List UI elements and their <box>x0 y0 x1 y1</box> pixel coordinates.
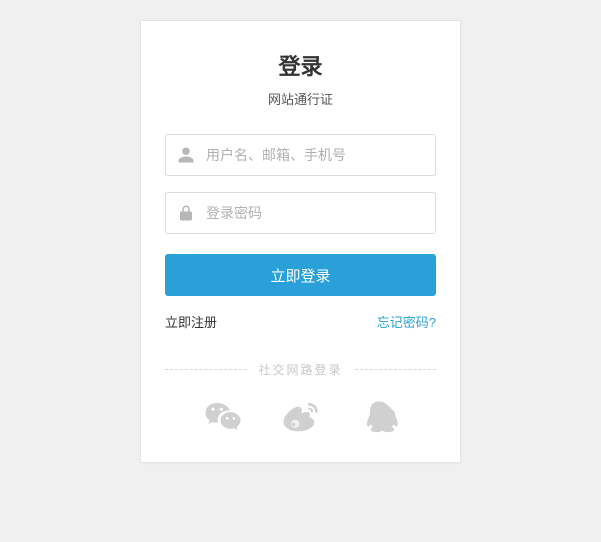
page-subtitle: 网站通行证 <box>165 89 436 108</box>
qq-icon[interactable] <box>359 398 399 438</box>
password-field-wrap <box>165 192 436 234</box>
login-button[interactable]: 立即登录 <box>165 254 436 296</box>
social-divider: 社交网路登录 <box>165 361 436 378</box>
weibo-icon[interactable] <box>281 398 321 438</box>
page-title: 登录 <box>165 49 436 81</box>
wechat-icon[interactable] <box>203 398 243 438</box>
social-row <box>165 398 436 438</box>
lock-icon <box>177 204 195 222</box>
social-divider-label: 社交网路登录 <box>247 361 355 378</box>
forgot-password-link[interactable]: 忘记密码? <box>377 312 436 331</box>
login-card: 登录 网站通行证 立即登录 立即注册 忘记密码? 社交网路登录 <box>140 20 461 463</box>
username-field-wrap <box>165 134 436 176</box>
user-icon <box>177 146 195 164</box>
aux-links: 立即注册 忘记密码? <box>165 312 436 331</box>
password-input[interactable] <box>165 192 436 234</box>
username-input[interactable] <box>165 134 436 176</box>
register-link[interactable]: 立即注册 <box>165 312 217 331</box>
